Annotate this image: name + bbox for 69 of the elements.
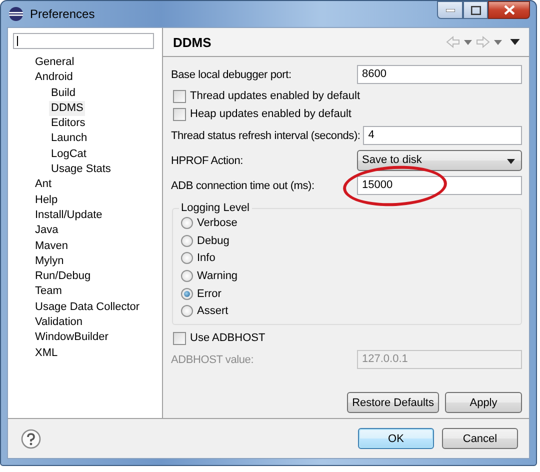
minimize-icon <box>446 8 454 12</box>
tree-item[interactable]: Build <box>49 86 78 101</box>
tree-item[interactable]: Editors <box>49 116 88 132</box>
tree-item[interactable]: Usage Stats <box>49 162 113 178</box>
tree-item[interactable]: Maven <box>33 238 70 254</box>
radio-button[interactable] <box>181 270 193 282</box>
dropdown-caret-icon[interactable] <box>507 159 515 164</box>
input-field[interactable]: 4 <box>363 126 522 145</box>
cancel-button[interactable]: Cancel <box>442 428 518 449</box>
radio-button[interactable] <box>181 216 193 229</box>
tree-item[interactable]: Usage Data Collector <box>33 300 142 316</box>
input-field[interactable]: 15000 <box>357 176 522 195</box>
tree-item[interactable]: Run/Debug <box>33 269 93 284</box>
checkbox[interactable] <box>173 108 186 120</box>
tree-item[interactable]: Android <box>33 70 75 86</box>
maximize-icon <box>470 6 480 14</box>
checkbox-label: Use ADBHOST <box>190 332 266 344</box>
filter-field[interactable] <box>13 33 154 49</box>
tree-item[interactable]: Ant <box>33 177 54 193</box>
radio-button[interactable] <box>181 252 193 264</box>
window-title: Preferences <box>30 7 96 21</box>
field-label: Thread status refresh interval (seconds): <box>171 130 362 142</box>
caret-icon[interactable] <box>464 40 472 44</box>
ok-button[interactable]: OK <box>358 428 434 449</box>
sphere-icon <box>8 6 24 22</box>
caret-icon[interactable] <box>494 40 502 44</box>
tree-item[interactable]: Java <box>33 223 60 239</box>
checkbox-label: Thread updates enabled by default <box>190 90 360 102</box>
tree-item[interactable]: Mylyn <box>33 254 66 270</box>
tree-item[interactable]: General <box>33 55 76 70</box>
close-button[interactable] <box>488 1 530 19</box>
field-label: Base local debugger port: <box>171 68 292 80</box>
radio-label: Debug <box>197 234 230 247</box>
tree-item[interactable]: WindowBuilder <box>33 330 110 346</box>
field-label: HPROF Action: <box>171 154 244 166</box>
menu-caret-icon[interactable] <box>510 39 520 45</box>
tree-item[interactable]: Help <box>33 192 60 208</box>
tree-item[interactable]: Team <box>33 284 64 300</box>
radio-label: Error <box>197 288 222 300</box>
minimize-button[interactable] <box>437 1 463 19</box>
checkbox-label: Heap updates enabled by default <box>190 108 352 120</box>
back-arrow-icon[interactable] <box>446 36 460 48</box>
group-title: Logging Level <box>180 202 251 214</box>
help-icon[interactable] <box>21 428 41 448</box>
field-label: ADB connection time out (ms): <box>171 180 316 192</box>
forward-arrow-icon[interactable] <box>476 36 490 48</box>
tree-item[interactable]: XML <box>33 346 60 361</box>
tree-item[interactable]: Validation <box>33 315 84 330</box>
radio-button[interactable] <box>181 305 193 318</box>
radio-button[interactable] <box>181 234 193 247</box>
field-label: ADBHOST value: <box>171 354 255 366</box>
apply-button[interactable]: Apply <box>445 392 522 413</box>
input-field[interactable]: 8600 <box>357 65 522 84</box>
tree-item[interactable]: LogCat <box>49 146 88 162</box>
radio-label: Verbose <box>197 216 238 229</box>
checkbox[interactable] <box>173 90 186 102</box>
tree-item[interactable]: Launch <box>49 131 90 147</box>
radio-label: Assert <box>197 305 228 318</box>
radio-button[interactable] <box>181 288 193 300</box>
tree-item[interactable]: DDMS <box>49 100 86 116</box>
restore-defaults-button[interactable]: Restore Defaults <box>347 392 439 413</box>
checkbox[interactable] <box>173 332 186 345</box>
maximize-button[interactable] <box>463 1 488 19</box>
tree-item[interactable]: Install/Update <box>33 208 104 224</box>
radio-label: Info <box>197 252 216 264</box>
radio-label: Warning <box>197 270 238 282</box>
page-title: DDMS <box>173 34 212 50</box>
dropdown[interactable]: Save to disk <box>357 150 522 171</box>
close-icon <box>504 5 514 15</box>
